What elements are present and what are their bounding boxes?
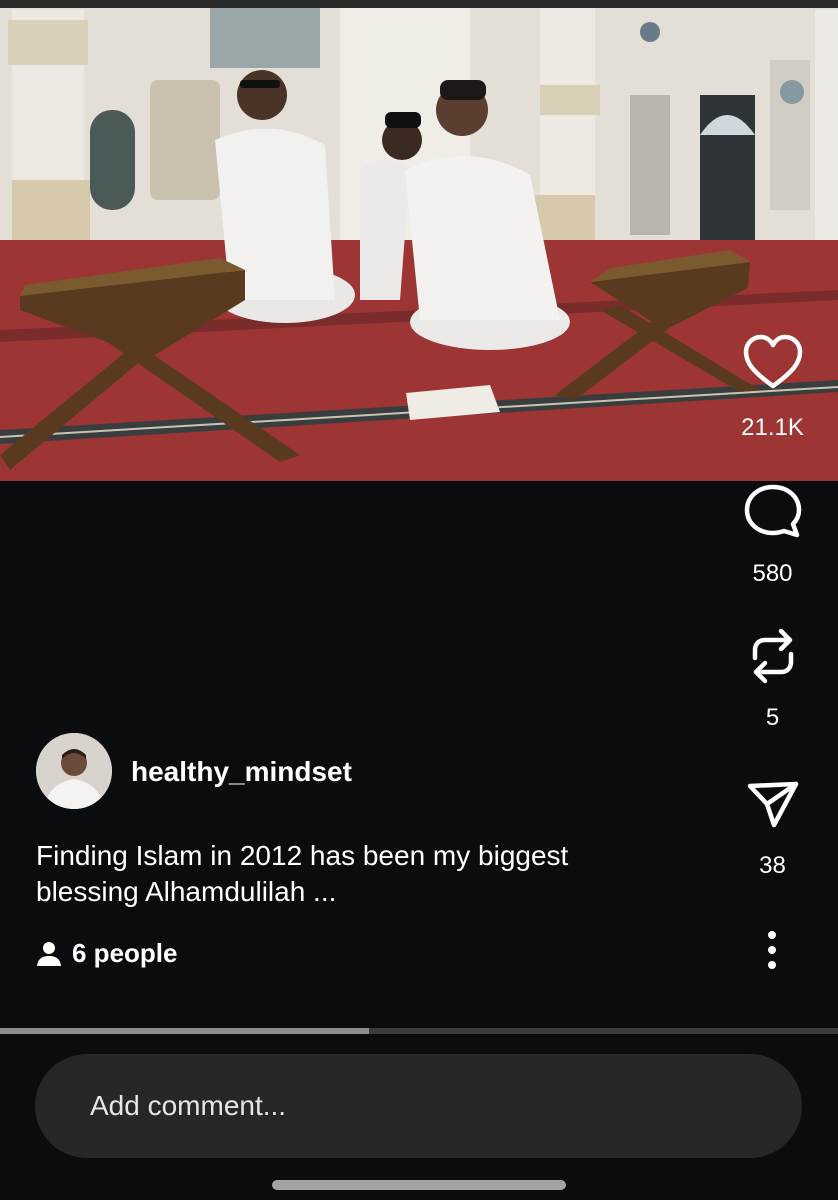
tagged-people[interactable]: 6 people [36, 938, 177, 969]
avatar-image [36, 733, 112, 809]
home-indicator[interactable] [272, 1180, 566, 1190]
comment-action[interactable]: 580 [730, 482, 815, 588]
username[interactable]: healthy_mindset [131, 756, 352, 788]
comment-input[interactable] [88, 1089, 692, 1123]
repost-count: 5 [765, 704, 780, 731]
mosque-photo [0, 0, 838, 481]
post-image[interactable] [0, 0, 838, 481]
comment-bubble-icon[interactable] [742, 482, 804, 540]
video-progress-bar[interactable] [0, 1028, 838, 1034]
video-progress-fill [0, 1028, 369, 1034]
person-icon [37, 941, 61, 966]
comment-box[interactable] [35, 1054, 802, 1158]
avatar[interactable] [36, 733, 112, 809]
people-label: 6 people [72, 938, 178, 968]
caption-line: blessing Alhamdulilah ... [36, 876, 337, 907]
caption-line: Finding Islam in 2012 has been my bigges… [36, 840, 569, 871]
comment-count: 580 [752, 560, 793, 587]
share-count: 38 [759, 852, 786, 879]
heart-icon[interactable] [742, 334, 804, 390]
like-action[interactable]: 21.1K [730, 334, 815, 442]
repost-action[interactable]: 5 [730, 624, 815, 732]
share-action[interactable]: 38 [730, 778, 815, 880]
like-count: 21.1K [741, 414, 804, 441]
repost-icon[interactable] [745, 624, 801, 688]
more-vertical-icon[interactable] [757, 928, 787, 972]
send-icon[interactable] [745, 778, 801, 830]
caption[interactable]: Finding Islam in 2012 has been my bigges… [36, 838, 686, 910]
